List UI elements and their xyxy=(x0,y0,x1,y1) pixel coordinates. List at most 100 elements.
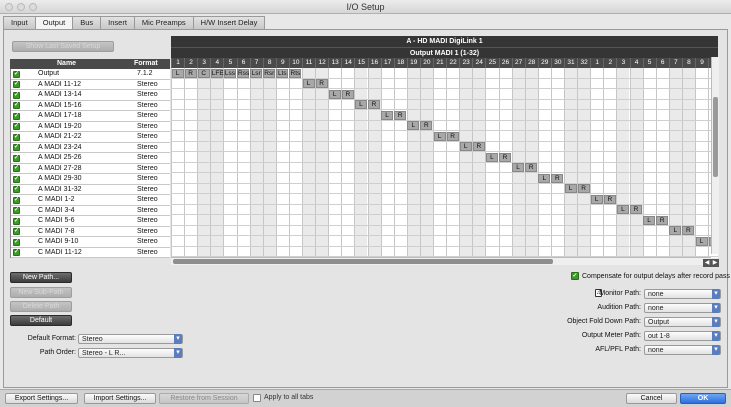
path-row[interactable]: ✓ A MADI 11-12 Stereo xyxy=(11,80,170,90)
column-header-format[interactable]: Format xyxy=(134,60,158,67)
path-active-checkbox[interactable]: ✓ xyxy=(13,207,20,214)
restore-from-session-button[interactable]: Restore from Session xyxy=(159,393,249,404)
tab-h-w-insert-delay[interactable]: H/W Insert Delay xyxy=(192,16,266,29)
channel-assignment-cell[interactable]: Rss xyxy=(237,68,249,78)
path-row[interactable]: ✓ A MADI 27-28 Stereo xyxy=(11,164,170,174)
path-active-checkbox[interactable]: ✓ xyxy=(13,217,20,225)
tab-bus[interactable]: Bus xyxy=(72,16,102,29)
path-active-checkbox[interactable]: ✓ xyxy=(13,144,20,151)
channel-assignment-cell[interactable]: R xyxy=(656,215,669,225)
path-active-checkbox[interactable]: ✓ xyxy=(13,175,20,183)
channel-assignment-cell[interactable]: Lts xyxy=(276,68,289,78)
channel-assignment-cell[interactable]: L xyxy=(407,121,420,130)
export-settings-button[interactable]: Export Settings... xyxy=(5,393,78,404)
channel-assignment-cell[interactable]: R xyxy=(603,194,616,204)
new-sub-path-button[interactable]: New Sub-Path xyxy=(10,287,72,298)
path-active-checkbox[interactable]: ✓ xyxy=(13,228,20,235)
tab-insert[interactable]: Insert xyxy=(100,16,135,29)
channel-assignment-cell[interactable]: R xyxy=(368,100,380,109)
path-active-checkbox[interactable]: ✓ xyxy=(13,70,20,78)
path-row[interactable]: ✓ C MADI 7-8 Stereo xyxy=(11,227,170,237)
path-row[interactable]: ✓ A MADI 29-30 Stereo xyxy=(11,174,170,185)
channel-assignment-cell[interactable]: C xyxy=(197,68,210,78)
horizontal-scroll-thumb[interactable] xyxy=(173,259,553,264)
cancel-button[interactable]: Cancel xyxy=(626,393,677,404)
path-row[interactable]: ✓ A MADI 13-14 Stereo xyxy=(11,90,170,101)
channel-assignment-cell[interactable]: L xyxy=(512,163,525,172)
column-header-name[interactable]: Name xyxy=(57,60,76,67)
default-format-select[interactable]: Stereo xyxy=(78,334,183,344)
channel-assignment-cell[interactable]: L xyxy=(459,142,472,151)
channel-assignment-cell[interactable]: Rts xyxy=(289,68,302,78)
path-active-checkbox[interactable]: ✓ xyxy=(13,102,20,109)
path-row[interactable]: ✓ A MADI 21-22 Stereo xyxy=(11,132,170,143)
channel-assignment-cell[interactable]: L xyxy=(302,79,315,88)
path-row[interactable]: ✓ C MADI 3-4 Stereo xyxy=(11,206,170,216)
path-row[interactable]: ✓ A MADI 25-26 Stereo xyxy=(11,153,170,164)
vertical-scrollbar[interactable] xyxy=(711,57,719,254)
channel-assignment-cell[interactable]: L xyxy=(564,184,577,193)
path-active-checkbox[interactable]: ✓ xyxy=(13,81,20,88)
path-row[interactable]: ✓ C MADI 5-6 Stereo xyxy=(11,216,170,227)
tab-mic-preamps[interactable]: Mic Preamps xyxy=(133,16,194,29)
channel-assignment-cell[interactable]: Lss xyxy=(223,68,236,78)
channel-assignment-cell[interactable]: L xyxy=(590,194,603,204)
channel-assignment-cell[interactable]: R xyxy=(525,163,538,172)
channel-assignment-cell[interactable]: R xyxy=(394,110,407,120)
delete-path-button[interactable]: Delete Path xyxy=(10,301,72,312)
afl-pfl-select[interactable]: none xyxy=(644,345,721,355)
channel-assignment-cell[interactable]: R xyxy=(630,205,642,214)
path-active-checkbox[interactable]: ✓ xyxy=(13,91,20,99)
object-fold-down-select[interactable]: Output xyxy=(644,317,721,327)
channel-assignment-cell[interactable]: R xyxy=(682,226,695,235)
tab-output[interactable]: Output xyxy=(34,16,74,29)
channel-assignment-cell[interactable]: L xyxy=(616,205,629,214)
ok-button[interactable]: OK xyxy=(680,393,726,404)
channel-assignment-cell[interactable]: R xyxy=(472,142,485,151)
path-row[interactable]: ✓ C MADI 9-10 Stereo xyxy=(11,237,170,248)
channel-assignment-cell[interactable]: Lsr xyxy=(250,68,263,78)
path-row[interactable]: ✓ A MADI 15-16 Stereo xyxy=(11,101,170,111)
path-row[interactable]: ✓ Output 7.1.2 xyxy=(11,69,170,80)
channel-assignment-cell[interactable]: L xyxy=(669,226,682,235)
new-path-button[interactable]: New Path... xyxy=(10,272,72,283)
path-active-checkbox[interactable]: ✓ xyxy=(13,123,20,130)
path-row[interactable]: ✓ A MADI 19-20 Stereo xyxy=(11,122,170,132)
channel-assignment-cell[interactable]: L xyxy=(328,89,341,99)
channel-assignment-cell[interactable]: Rsr xyxy=(263,68,276,78)
audition-path-select[interactable]: none xyxy=(644,303,721,313)
channel-assignment-cell[interactable]: R xyxy=(420,121,433,130)
path-row[interactable]: ✓ A MADI 31-32 Stereo xyxy=(11,185,170,195)
path-row[interactable]: ✓ A MADI 23-24 Stereo xyxy=(11,143,170,153)
scroll-right-icon[interactable]: ▶ xyxy=(711,259,719,267)
channel-assignment-cell[interactable]: L xyxy=(643,215,656,225)
path-active-checkbox[interactable]: ✓ xyxy=(13,249,20,256)
horizontal-scrollbar[interactable] xyxy=(171,257,711,265)
channel-assignment-cell[interactable]: L xyxy=(381,110,394,120)
path-active-checkbox[interactable]: ✓ xyxy=(13,238,20,246)
channel-assignment-cell[interactable]: R xyxy=(551,173,564,183)
channel-assignment-cell[interactable]: L xyxy=(433,131,446,141)
vertical-scroll-thumb[interactable] xyxy=(713,97,718,177)
path-active-checkbox[interactable]: ✓ xyxy=(13,196,20,204)
output-meter-select[interactable]: out 1-8 xyxy=(644,331,721,341)
channel-assignment-body[interactable]: L R C LFE Lss Rss Lsr Rsr Lts Rts L R L R L R L R L R L R L R L R… xyxy=(171,68,718,258)
tab-input[interactable]: Input xyxy=(3,16,36,29)
path-order-select[interactable]: Stereo - L R... xyxy=(78,348,183,358)
channel-assignment-cell[interactable]: R xyxy=(184,68,197,78)
default-button[interactable]: Default xyxy=(10,315,72,326)
monitor-path-select[interactable]: none xyxy=(644,289,721,299)
path-active-checkbox[interactable]: ✓ xyxy=(13,112,20,120)
import-settings-button[interactable]: Import Settings... xyxy=(84,393,156,404)
channel-assignment-cell[interactable]: L xyxy=(354,100,367,109)
channel-assignment-cell[interactable]: L xyxy=(695,236,708,246)
channel-assignment-cell[interactable]: R xyxy=(577,184,590,193)
channel-assignment-cell[interactable]: L xyxy=(538,173,551,183)
show-last-saved-setup-button[interactable]: Show Last Saved Setup xyxy=(12,41,114,52)
path-row[interactable]: ✓ C MADI 11-12 Stereo xyxy=(11,248,170,258)
channel-assignment-cell[interactable]: L xyxy=(171,68,184,78)
channel-assignment-cell[interactable]: L xyxy=(485,152,498,162)
channel-assignment-cell[interactable]: R xyxy=(446,131,459,141)
channel-assignment-cell[interactable]: R xyxy=(499,152,511,162)
channel-assignment-cell[interactable]: R xyxy=(341,89,354,99)
